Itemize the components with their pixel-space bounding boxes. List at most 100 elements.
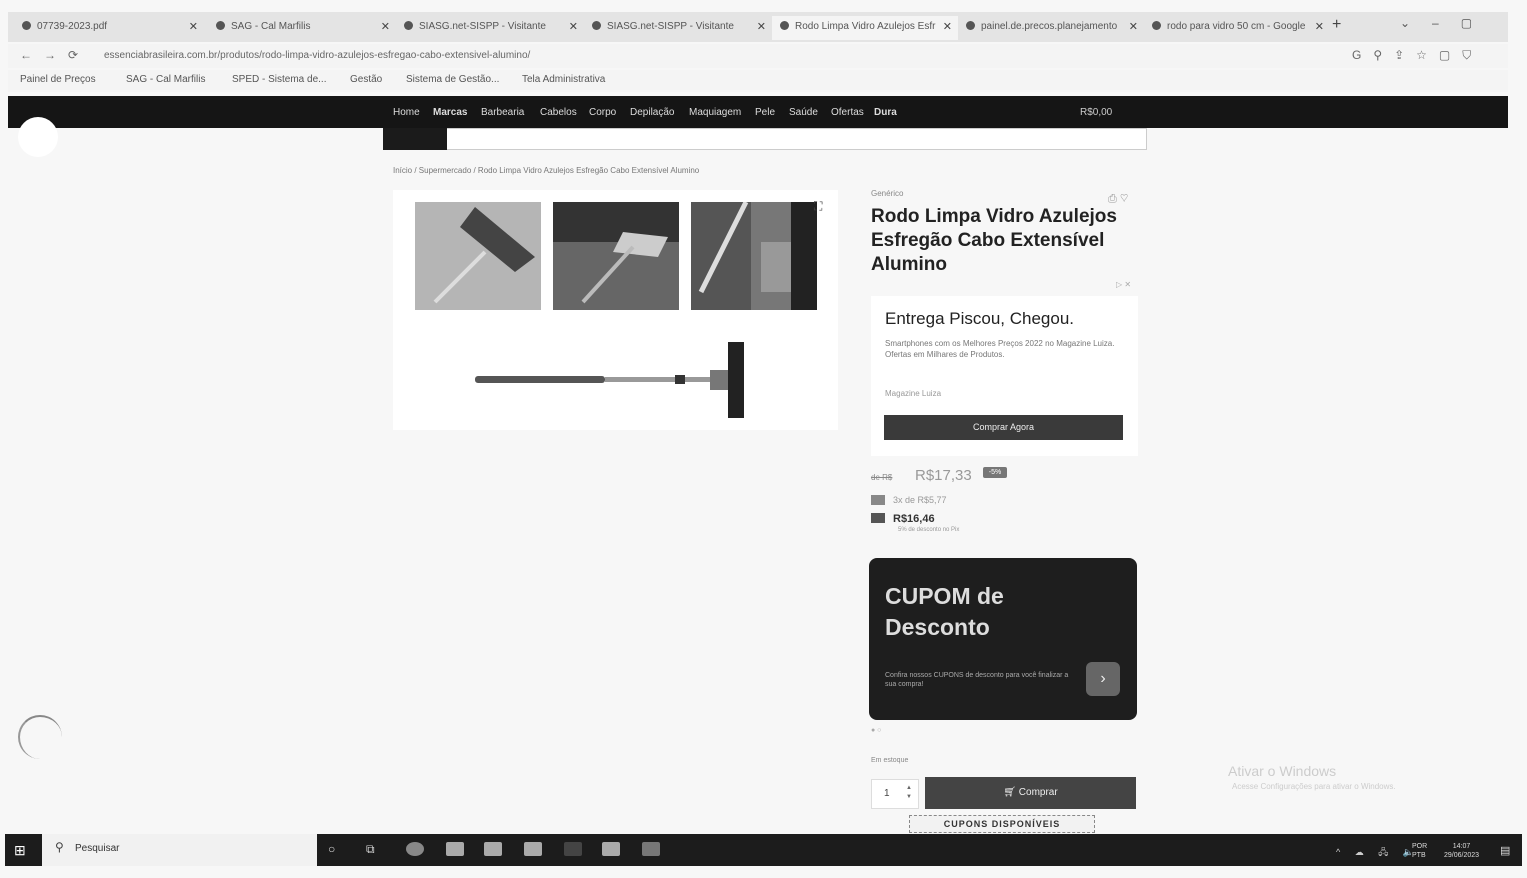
product-thumbnail[interactable] xyxy=(691,202,817,310)
credit-card-icon xyxy=(871,495,885,505)
pdf-icon xyxy=(22,21,31,30)
browser-tab[interactable]: SIASG.net-SISPP - Visitante ✕ xyxy=(396,16,584,40)
nav-link[interactable]: Cabelos xyxy=(540,107,577,118)
coupons-available-button[interactable]: CUPONS DISPONÍVEIS xyxy=(909,815,1095,833)
bookmark-item[interactable]: Tela Administrativa xyxy=(522,74,605,85)
ad-marker-icon: ▷ ✕ xyxy=(1116,280,1132,289)
bookmark-item[interactable]: Gestão xyxy=(350,74,382,85)
app-icon[interactable] xyxy=(602,842,620,856)
task-view-icon[interactable]: ⧉ xyxy=(366,842,384,856)
system-tray-icons[interactable]: ^ ☁ 🖧 🔈 xyxy=(1336,845,1420,861)
nav-link[interactable]: Home xyxy=(393,107,420,118)
app-icon[interactable] xyxy=(564,842,582,856)
windows-activation-title: Ativar o Windows xyxy=(1228,763,1337,779)
bookmark-item[interactable]: Sistema de Gestão... xyxy=(406,74,499,85)
browser-tab-active[interactable]: Rodo Limpa Vidro Azulejos Esfr ✕ xyxy=(772,16,958,40)
clock[interactable]: 14:07 29/06/2023 xyxy=(1444,842,1479,860)
close-tab-icon[interactable]: ✕ xyxy=(1129,20,1138,33)
close-tab-icon[interactable]: ✕ xyxy=(569,20,578,33)
mail-icon[interactable] xyxy=(524,842,542,856)
old-price: R$17,33 xyxy=(915,467,972,484)
buy-button-label: Comprar xyxy=(1018,787,1058,798)
nav-link[interactable]: Saúde xyxy=(789,107,818,118)
nav-link[interactable]: Corpo xyxy=(589,107,616,118)
windows-activation-text: Acesse Configurações para ativar o Windo… xyxy=(1232,782,1396,791)
cart-total[interactable]: R$0,00 xyxy=(1080,107,1112,118)
close-tab-icon[interactable]: ✕ xyxy=(381,20,390,33)
search-button[interactable] xyxy=(383,128,447,150)
browser-tab[interactable]: rodo para vidro 50 cm - Google ✕ xyxy=(1144,16,1330,40)
nav-link[interactable]: Pele xyxy=(755,107,775,118)
tab-label: SIASG.net-SISPP - Visitante xyxy=(419,21,546,32)
browser-nav-buttons[interactable]: ←→⟳ xyxy=(20,48,90,62)
carousel-dots[interactable]: ● ○ xyxy=(871,727,881,734)
tab-label: SIASG.net-SISPP - Visitante xyxy=(607,21,734,32)
nav-link[interactable]: Ofertas xyxy=(831,107,864,118)
tab-label: 07739-2023.pdf xyxy=(37,21,108,32)
chat-bubble[interactable] xyxy=(18,117,58,157)
ad-text: Smartphones com os Melhores Preços 2022 … xyxy=(885,339,1115,359)
chrome-icon[interactable] xyxy=(642,842,660,856)
product-main-image xyxy=(475,342,744,418)
browser-tab[interactable]: SAG - Cal Marfilis ✕ xyxy=(208,16,396,40)
nav-link[interactable]: Marcas xyxy=(433,107,467,118)
coupon-title: CUPOM de Desconto xyxy=(885,583,1004,640)
bookmark-item[interactable]: Painel de Preços xyxy=(20,74,96,85)
search-input[interactable] xyxy=(383,128,1147,150)
squeegee-photo xyxy=(691,202,817,310)
chevron-right-icon[interactable]: › xyxy=(1086,662,1120,696)
edge-icon[interactable] xyxy=(406,842,424,856)
coupon-text: Confira nossos CUPONS de desconto para v… xyxy=(885,672,1069,688)
language-indicator[interactable]: POR PTB xyxy=(1412,842,1427,860)
globe-icon xyxy=(592,21,601,30)
ad-link[interactable]: Magazine Luiza xyxy=(885,389,941,398)
squeegee-photo xyxy=(553,202,679,310)
ad-title[interactable]: Entrega Piscou, Chegou. xyxy=(885,309,1074,329)
cart-icon: 🛒︎ xyxy=(1003,787,1019,798)
window-controls[interactable]: ⌄–▢ xyxy=(1400,16,1494,30)
browser-tab[interactable]: painel.de.precos.planejamento ✕ xyxy=(958,16,1144,40)
pix-icon xyxy=(871,513,885,523)
file-explorer-icon[interactable] xyxy=(446,842,464,856)
pix-price: R$16,46 xyxy=(893,513,935,525)
notification-icon[interactable]: ▤ xyxy=(1500,844,1510,857)
breadcrumb[interactable]: Início / Supermercado / Rodo Limpa Vidro… xyxy=(393,166,699,175)
nav-link[interactable]: Maquiagem xyxy=(689,107,741,118)
stepper-arrows-icon[interactable]: ▲ ▼ xyxy=(906,784,912,802)
url-field[interactable]: essenciabrasileira.com.br/produtos/rodo-… xyxy=(104,50,530,61)
loading-arc xyxy=(18,715,62,759)
close-tab-icon[interactable]: ✕ xyxy=(757,20,766,33)
tab-label: rodo para vidro 50 cm - Google xyxy=(1167,21,1306,32)
globe-icon xyxy=(404,21,413,30)
close-tab-icon[interactable]: ✕ xyxy=(1315,20,1324,33)
browser-tab[interactable]: 07739-2023.pdf ✕ xyxy=(14,16,204,40)
bookmark-item[interactable]: SPED - Sistema de... xyxy=(232,74,326,85)
windows-start-icon[interactable]: ⊞ xyxy=(14,842,26,859)
discount-badge: -5% xyxy=(983,467,1007,478)
globe-icon xyxy=(966,21,975,30)
product-thumbnail[interactable] xyxy=(415,202,541,310)
bookmarks-bar: Painel de Preços SAG - Cal Marfilis SPED… xyxy=(8,70,1508,92)
cortana-icon[interactable]: ○ xyxy=(328,842,346,856)
buy-button[interactable]: 🛒︎ Comprar xyxy=(925,777,1136,809)
taskbar-search-placeholder: Pesquisar xyxy=(75,843,120,854)
ad-buy-button[interactable]: Comprar Agora xyxy=(884,415,1123,440)
old-price-label: de R$ xyxy=(871,473,893,482)
new-tab-icon[interactable]: + xyxy=(1332,16,1341,34)
browser-toolbar-icons[interactable]: G⚲⇪☆▢⛉ xyxy=(1352,48,1483,63)
product-brand[interactable]: Genérico xyxy=(871,189,903,198)
tab-label: SAG - Cal Marfilis xyxy=(231,21,311,32)
bookmark-item[interactable]: SAG - Cal Marfilis xyxy=(126,74,205,85)
browser-tab[interactable]: SIASG.net-SISPP - Visitante ✕ xyxy=(584,16,772,40)
nav-link[interactable]: Dura xyxy=(874,107,897,118)
product-thumbnail[interactable] xyxy=(553,202,679,310)
expand-icon[interactable]: ⛶ xyxy=(814,199,822,214)
nav-link[interactable]: Barbearia xyxy=(481,107,524,118)
tab-label: painel.de.precos.planejamento xyxy=(981,21,1118,32)
search-icon: ⚲ xyxy=(55,840,64,854)
nav-link[interactable]: Depilação xyxy=(630,107,674,118)
page-icon xyxy=(216,21,225,30)
close-tab-icon[interactable]: ✕ xyxy=(943,20,952,33)
calendar-icon[interactable] xyxy=(484,842,502,856)
close-tab-icon[interactable]: ✕ xyxy=(189,20,198,33)
